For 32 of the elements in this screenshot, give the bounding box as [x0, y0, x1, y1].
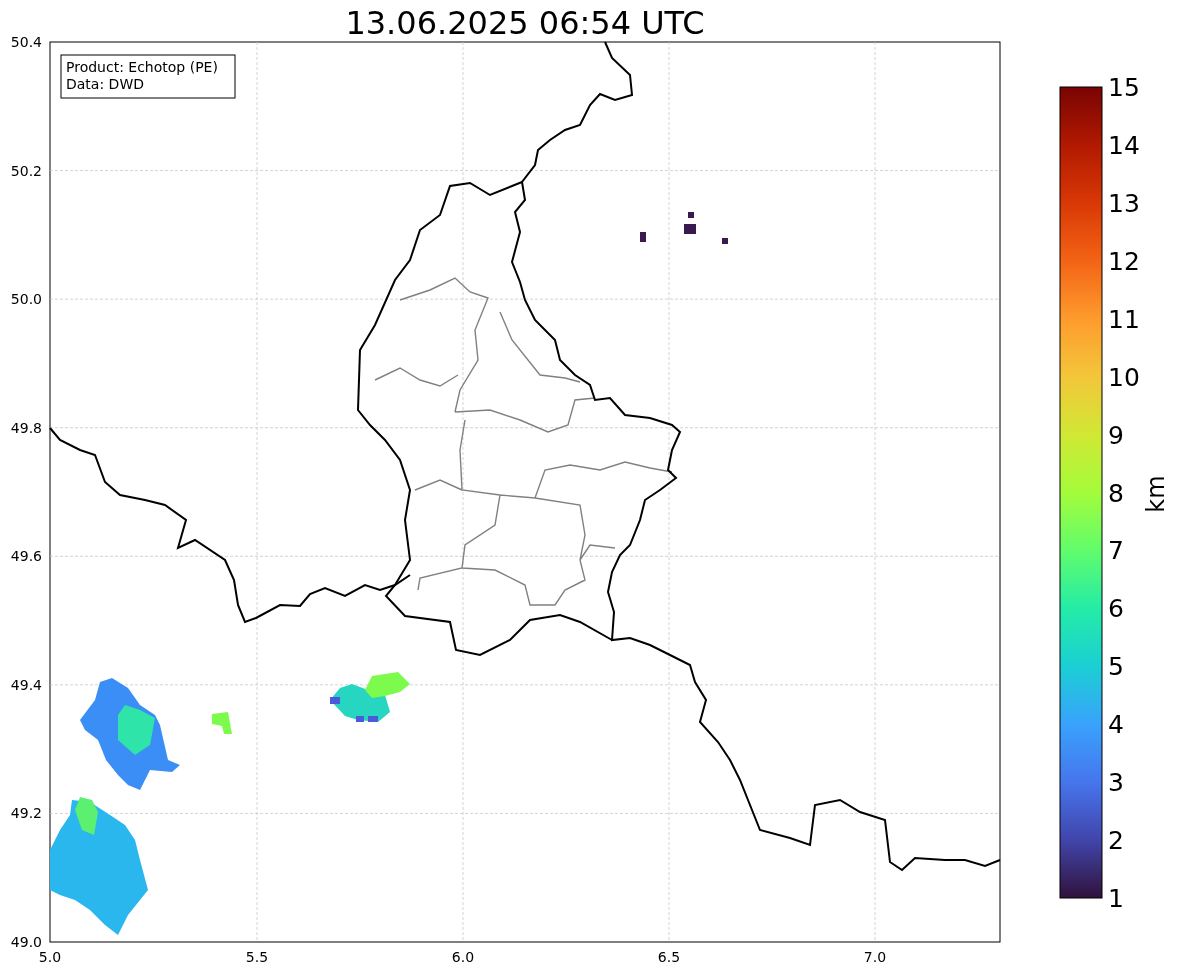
x-tick-label: 5.5 [245, 949, 269, 965]
colorbar-tick-label: 5 [1108, 652, 1124, 682]
colorbar-tick-label: 9 [1108, 420, 1124, 450]
x-tick-label: 5.0 [38, 949, 62, 965]
y-tick-label: 49.2 [10, 805, 42, 822]
colorbar-tick-label: 15 [1108, 73, 1140, 102]
y-tick-label: 50.2 [10, 162, 42, 179]
colorbar-label: km [1142, 475, 1170, 513]
colorbar-tick-label: 14 [1108, 130, 1140, 160]
colorbar-tick-label: 2 [1108, 826, 1124, 856]
colorbar-tick-label: 13 [1108, 188, 1140, 218]
colorbar-tick-label: 7 [1108, 536, 1124, 566]
y-tick-label: 50.4 [10, 34, 42, 50]
y-tick-label: 49.4 [10, 676, 42, 693]
x-tick-label: 6.0 [451, 949, 475, 965]
y-tick-label: 49.0 [10, 934, 42, 950]
colorbar-tick-label: 6 [1108, 594, 1124, 624]
colorbar-tick-label: 10 [1108, 362, 1140, 392]
x-tick-label: 7.0 [863, 949, 887, 965]
colorbar-tick-label: 1 [1108, 884, 1124, 913]
info-text: Product: Echotop (PE) [66, 59, 218, 75]
colorbar-tick-label: 3 [1108, 768, 1124, 798]
y-tick-label: 50.0 [10, 291, 42, 308]
info-text: Data: DWD [66, 76, 144, 92]
x-tick-label: 6.5 [657, 949, 681, 965]
y-tick-label: 49.8 [10, 419, 42, 436]
y-tick-label: 49.6 [10, 548, 42, 565]
colorbar-tick-label: 4 [1108, 710, 1124, 740]
chart-title: 13.06.2025 06:54 UTC [345, 4, 705, 42]
colorbar-tick-label: 8 [1108, 478, 1124, 508]
colorbar-tick-label: 11 [1108, 304, 1140, 334]
colorbar-tick-label: 12 [1108, 246, 1140, 276]
